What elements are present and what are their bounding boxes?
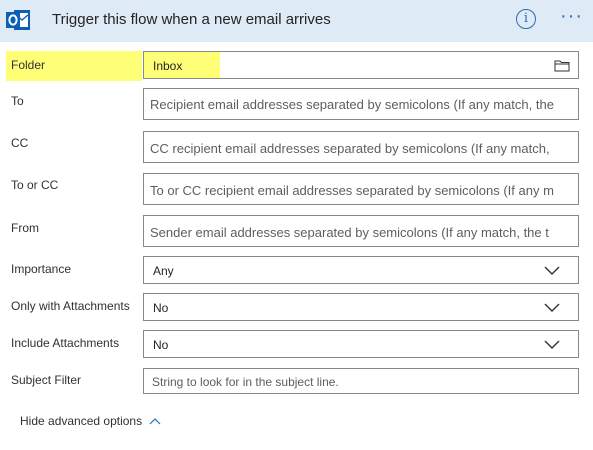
from-placeholder: Sender email addresses separated by semi… (150, 225, 549, 240)
only-with-attachments-dropdown[interactable]: No (143, 293, 579, 321)
chevron-down-icon[interactable] (544, 266, 560, 276)
more-options-icon[interactable]: ··· (560, 6, 584, 26)
from-row: From Sender email addresses separated by… (0, 215, 593, 247)
chevron-down-icon[interactable] (544, 340, 560, 350)
hide-advanced-options-link[interactable]: Hide advanced options (20, 414, 142, 428)
importance-row: Importance Any (0, 256, 593, 284)
info-icon[interactable]: i (516, 9, 536, 29)
folder-row: Folder Inbox (0, 51, 593, 81)
folder-field[interactable]: Inbox (143, 51, 579, 79)
from-input[interactable]: Sender email addresses separated by semi… (143, 215, 579, 247)
include-attachments-label: Include Attachments (11, 336, 120, 350)
outlook-icon (6, 10, 30, 30)
to-placeholder: Recipient email addresses separated by s… (150, 97, 554, 112)
to-or-cc-placeholder: To or CC recipient email addresses separ… (150, 183, 554, 198)
cc-input[interactable]: CC recipient email addresses separated b… (143, 131, 579, 163)
to-label: To (11, 94, 24, 108)
subject-filter-row: Subject Filter String to look for in the… (0, 368, 593, 394)
importance-label: Importance (11, 262, 72, 276)
only-with-attachments-row: Only with Attachments No (0, 293, 593, 321)
chevron-up-icon[interactable] (149, 417, 161, 425)
importance-value: Any (153, 264, 174, 278)
only-with-attachments-label: Only with Attachments (11, 299, 130, 313)
chevron-down-icon[interactable] (544, 303, 560, 313)
only-with-attachments-value: No (153, 301, 169, 315)
to-or-cc-input[interactable]: To or CC recipient email addresses separ… (143, 173, 579, 205)
to-row: To Recipient email addresses separated b… (0, 88, 593, 120)
importance-dropdown[interactable]: Any (143, 256, 579, 284)
folder-icon[interactable] (554, 59, 570, 72)
subject-filter-label: Subject Filter (11, 373, 82, 387)
card-header[interactable]: Trigger this flow when a new email arriv… (0, 0, 593, 42)
folder-label: Folder (6, 51, 142, 81)
subject-filter-placeholder: String to look for in the subject line. (152, 375, 339, 389)
include-attachments-dropdown[interactable]: No (143, 330, 579, 358)
card-title: Trigger this flow when a new email arriv… (52, 11, 331, 28)
cc-placeholder: CC recipient email addresses separated b… (150, 141, 550, 156)
folder-value: Inbox (153, 59, 183, 73)
cc-row: CC CC recipient email addresses separate… (0, 131, 593, 163)
to-or-cc-label: To or CC (11, 178, 59, 192)
to-input[interactable]: Recipient email addresses separated by s… (143, 88, 579, 120)
include-attachments-row: Include Attachments No (0, 330, 593, 358)
subject-filter-input[interactable]: String to look for in the subject line. (143, 368, 579, 394)
to-or-cc-row: To or CC To or CC recipient email addres… (0, 173, 593, 205)
include-attachments-value: No (153, 338, 169, 352)
cc-label: CC (11, 136, 29, 150)
from-label: From (11, 221, 39, 235)
